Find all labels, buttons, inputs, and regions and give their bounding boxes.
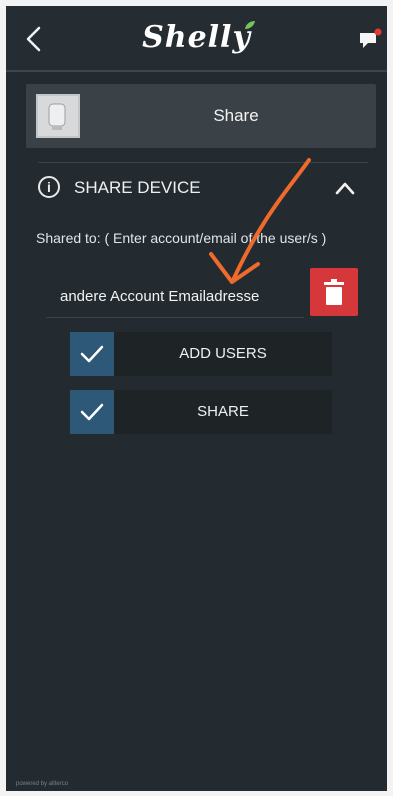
- app-header: Shelly: [6, 6, 387, 72]
- checkmark-icon: [80, 345, 104, 363]
- info-icon: i: [38, 176, 60, 198]
- chat-notification-icon[interactable]: [358, 28, 382, 50]
- add-users-checkbox[interactable]: [70, 332, 114, 376]
- checkmark-icon: [80, 403, 104, 421]
- add-users-label: ADD USERS: [114, 332, 332, 376]
- brand-logo: Shelly: [142, 20, 251, 55]
- share-hint-text: Shared to: ( Enter account/email of the …: [36, 230, 327, 246]
- share-option[interactable]: SHARE: [70, 390, 332, 434]
- share-device-section-header[interactable]: i SHARE DEVICE: [36, 174, 366, 204]
- leaf-icon: [245, 21, 255, 29]
- section-title: SHARE DEVICE: [74, 178, 201, 197]
- app-screen: Shelly Share i SHARE DEVICE Shared to: (…: [6, 6, 387, 791]
- device-header-card[interactable]: Share: [26, 84, 376, 148]
- delete-user-button[interactable]: [310, 268, 358, 316]
- divider: [38, 162, 368, 163]
- device-title: Share: [213, 106, 259, 125]
- device-plug-icon: [36, 94, 80, 138]
- trash-icon: [324, 279, 344, 305]
- chevron-up-icon[interactable]: [334, 180, 356, 196]
- add-users-option[interactable]: ADD USERS: [70, 332, 332, 376]
- share-label: SHARE: [114, 390, 332, 434]
- share-checkbox[interactable]: [70, 390, 114, 434]
- footer-text: powered by allterco: [16, 781, 69, 787]
- account-email-input[interactable]: [46, 276, 304, 318]
